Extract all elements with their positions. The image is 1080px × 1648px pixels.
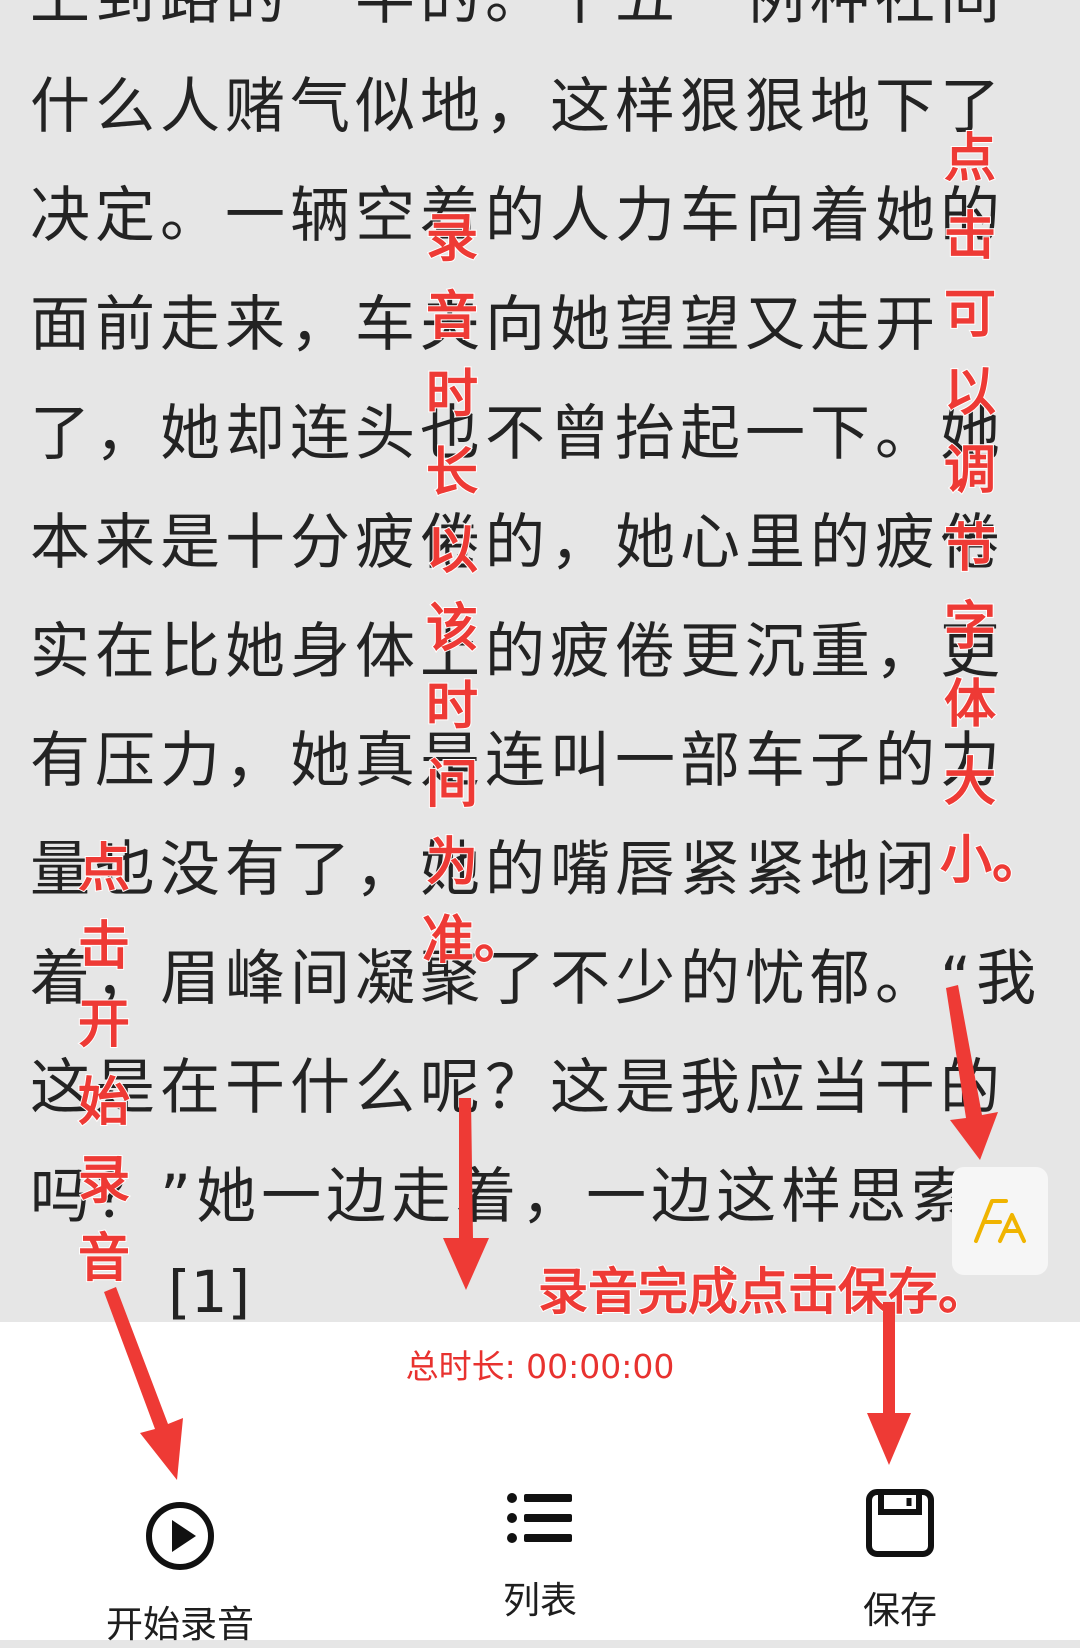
list-icon <box>507 1493 572 1543</box>
save-label: 保存 <box>863 1589 937 1632</box>
save-button[interactable]: 保存 <box>800 1488 1000 1634</box>
total-duration: 总时长: 00:00:00 <box>405 1347 675 1386</box>
story-paragraph: 上到路的一半的。十五一例种社间 什么人赌气似地，这样狠狠地下了 决定。一辆空着的… <box>30 0 1050 1252</box>
story-line: 实在比她身体上的疲倦更沉重，更 <box>30 617 1005 687</box>
save-tip: 录音完成点击保存。 <box>537 1262 989 1322</box>
story-line: 吗？”她一边走着，一边这样思索 <box>30 1162 977 1232</box>
start-recording-button[interactable]: 开始录音 <box>80 1500 280 1648</box>
story-line: 着，眉峰间凝聚了不少的忧郁。“我 <box>30 944 1042 1014</box>
save-icon <box>866 1489 934 1557</box>
list-label: 列表 <box>503 1579 577 1622</box>
story-line: 面前走来，车夫向她望望又走开 <box>30 290 940 360</box>
play-circle-icon <box>146 1502 214 1570</box>
font-size-tip: 点击可以调节字体大小。 <box>939 128 1045 892</box>
story-line: 这是在干什么呢？这是我应当干的 <box>30 1053 1005 1123</box>
font-size-icon <box>974 1199 1026 1243</box>
story-line: 本来是十分疲倦的，她心里的疲倦 <box>30 508 1005 578</box>
story-line: 了，她却连头也不曾抬起一下。她 <box>30 399 1005 469</box>
list-button[interactable]: 列表 <box>440 1488 640 1624</box>
duration-tip: 录音时长以该时间为准。 <box>421 208 527 972</box>
reader-content: 上到路的一半的。十五一例种社间 什么人赌气似地，这样狠狠地下了 决定。一辆空着的… <box>0 0 1080 1322</box>
story-line: 有压力，她真是连叫一部车子的力 <box>30 726 1005 796</box>
story-line: 什么人赌气似地，这样狠狠地下了 <box>30 72 1005 142</box>
footnote-marker[interactable]: [1] <box>168 1252 250 1322</box>
start-tip: 点击开始录音 <box>77 838 131 1290</box>
story-line: 上到路的一半的。十五一例种社间 <box>30 0 1050 53</box>
story-line: 量也没有了，她的嘴唇紧紧地闭 <box>30 835 940 905</box>
story-line: 决定。一辆空着的人力车向着她的 <box>30 181 1005 251</box>
